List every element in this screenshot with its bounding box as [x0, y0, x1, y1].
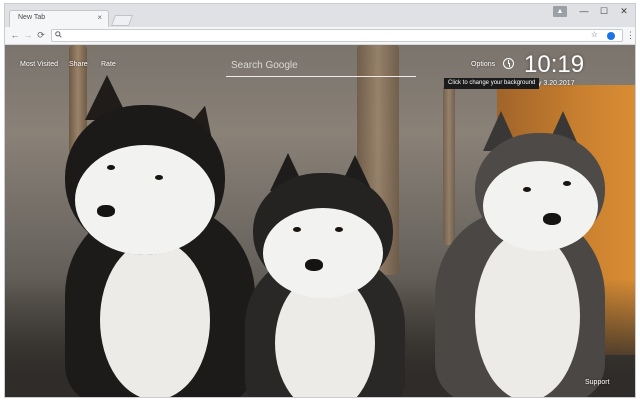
close-window-button[interactable]: ✕ [615, 6, 633, 17]
back-button[interactable]: ← [9, 30, 21, 40]
profile-icon[interactable]: ▲ [553, 6, 567, 17]
search-icon [55, 31, 62, 40]
change-background-tooltip: Click to change your background [444, 78, 540, 89]
star-icon[interactable]: ☆ [591, 30, 598, 39]
tab-title: New Tab [18, 14, 46, 21]
browser-toolbar: ← → ⟳ ☆ ⋮ [5, 27, 635, 45]
maximize-button[interactable]: ☐ [595, 6, 613, 17]
google-search-box[interactable] [226, 55, 416, 77]
tab-new-tab[interactable]: New Tab × [9, 10, 109, 28]
clock-date: y 3.20.2017 [538, 80, 575, 87]
clock-time: 10:19 [524, 51, 585, 78]
browser-window: New Tab × ▲ — ☐ ✕ ← → ⟳ ☆ ⋮ Most Visited… [4, 3, 636, 398]
reload-button[interactable]: ⟳ [35, 30, 47, 41]
minimize-button[interactable]: — [575, 6, 593, 16]
support-link[interactable]: Support [585, 379, 610, 386]
search-input[interactable] [226, 55, 416, 76]
background-tree [443, 85, 455, 245]
most-visited-link[interactable]: Most Visited [20, 61, 58, 68]
clock-icon[interactable] [503, 58, 514, 69]
rate-link[interactable]: Rate [101, 61, 116, 68]
options-link[interactable]: Options [471, 61, 495, 68]
share-link[interactable]: Share [69, 61, 88, 68]
tab-close-button[interactable]: × [97, 13, 102, 22]
title-bar: New Tab × ▲ — ☐ ✕ [5, 4, 635, 28]
address-bar[interactable]: ☆ [51, 29, 623, 42]
new-tab-page: Most Visited Share Rate Options 10:19 y … [5, 45, 635, 397]
menu-dots-icon[interactable]: ⋮ [626, 30, 635, 41]
extension-icon[interactable] [607, 32, 615, 40]
new-tab-button[interactable] [110, 15, 134, 26]
forward-button[interactable]: → [22, 30, 34, 40]
